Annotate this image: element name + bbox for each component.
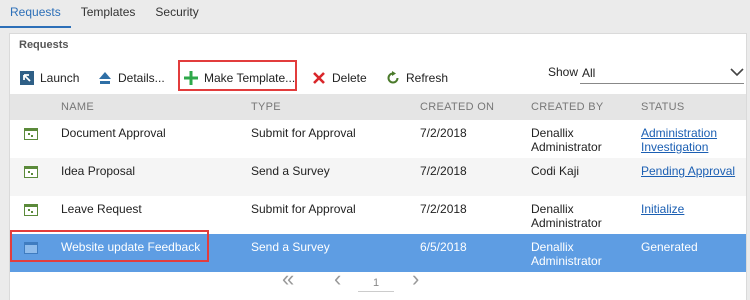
- launch-label: Launch: [40, 71, 80, 85]
- row-created-by-line1: Denallix: [531, 126, 574, 140]
- row-status-line1: Administration: [641, 126, 718, 140]
- row-type: Submit for Approval: [251, 126, 356, 140]
- tab-security[interactable]: Security: [145, 0, 208, 28]
- column-header-name[interactable]: NAME: [61, 101, 94, 113]
- make-template-highlight: [178, 60, 297, 91]
- row-status-line1: Pending Approval: [641, 164, 736, 178]
- column-header-created-by[interactable]: CREATED BY: [531, 101, 603, 113]
- launch-icon: [20, 71, 34, 85]
- tab-requests[interactable]: Requests: [0, 0, 71, 28]
- next-page-button[interactable]: ›: [412, 266, 419, 292]
- show-filter-select[interactable]: All: [580, 62, 744, 84]
- pagination: « ‹ 1 ›: [10, 264, 746, 300]
- row-status-link[interactable]: Pending Approval: [641, 164, 735, 178]
- previous-page-button[interactable]: ‹: [334, 266, 341, 292]
- toolbar: Launch Details... Make Template... Delet…: [10, 62, 746, 94]
- row-created-on: 7/2/2018: [420, 126, 467, 140]
- table-row[interactable]: Leave Request Submit for Approval 7/2/20…: [10, 196, 746, 234]
- form-icon: [24, 166, 38, 181]
- details-label: Details...: [118, 71, 165, 85]
- row-status: Generated: [641, 240, 698, 254]
- row-status-link[interactable]: Administration Investigation: [641, 126, 717, 154]
- row-status-link[interactable]: Initialize: [641, 202, 684, 216]
- column-header-created-on[interactable]: CREATED ON: [420, 101, 494, 113]
- page-number-input[interactable]: 1: [358, 274, 394, 292]
- delete-icon: [312, 71, 326, 85]
- delete-button[interactable]: Delete: [312, 66, 367, 90]
- show-filter-label: Show: [548, 65, 579, 79]
- form-icon: [24, 204, 38, 219]
- row-created-by: Denallix Administrator: [531, 126, 602, 154]
- column-header-type[interactable]: TYPE: [251, 101, 281, 113]
- row-name-highlight: [10, 230, 209, 262]
- refresh-button[interactable]: Refresh: [386, 66, 448, 90]
- row-created-by: Codi Kaji: [531, 164, 579, 178]
- chevron-down-icon: [730, 66, 744, 80]
- table-row[interactable]: Document Approval Submit for Approval 7/…: [10, 120, 746, 158]
- tab-bar: Requests Templates Security: [0, 0, 750, 28]
- row-created-on: 7/2/2018: [420, 202, 467, 216]
- row-type: Send a Survey: [251, 240, 330, 254]
- row-created-on: 7/2/2018: [420, 164, 467, 178]
- tab-templates[interactable]: Templates: [71, 0, 146, 28]
- row-created-on: 6/5/2018: [420, 240, 467, 254]
- details-button[interactable]: Details...: [98, 66, 165, 90]
- row-name: Document Approval: [61, 126, 166, 140]
- row-name: Idea Proposal: [61, 164, 136, 178]
- row-created-by-line1: Codi Kaji: [531, 164, 580, 178]
- row-created-by-line1: Denallix: [531, 202, 574, 216]
- row-created-by-line2: Administrator: [531, 216, 602, 230]
- launch-button[interactable]: Launch: [20, 66, 79, 90]
- row-type: Send a Survey: [251, 164, 330, 178]
- row-created-by-line2: Administrator: [531, 140, 602, 154]
- table-header: NAME TYPE CREATED ON CREATED BY STATUS: [10, 94, 746, 120]
- row-status-line2: Investigation: [641, 140, 709, 154]
- show-filter-value: All: [582, 65, 596, 80]
- requests-table: NAME TYPE CREATED ON CREATED BY STATUS D…: [10, 94, 746, 272]
- row-status-line1: Initialize: [641, 202, 685, 216]
- row-name: Leave Request: [61, 202, 142, 216]
- panel-title: Requests: [19, 39, 69, 51]
- form-icon: [24, 128, 38, 143]
- refresh-icon: [386, 71, 400, 85]
- first-page-button[interactable]: «: [282, 266, 294, 292]
- details-icon: [98, 71, 112, 85]
- row-created-by-line1: Denallix: [531, 240, 574, 254]
- refresh-label: Refresh: [406, 71, 449, 85]
- row-created-by: Denallix Administrator: [531, 202, 602, 230]
- row-type: Submit for Approval: [251, 202, 356, 216]
- delete-label: Delete: [332, 71, 367, 85]
- requests-panel: Requests Launch Details... Make Template…: [9, 33, 747, 300]
- column-header-status[interactable]: STATUS: [641, 101, 685, 113]
- table-row[interactable]: Idea Proposal Send a Survey 7/2/2018 Cod…: [10, 158, 746, 196]
